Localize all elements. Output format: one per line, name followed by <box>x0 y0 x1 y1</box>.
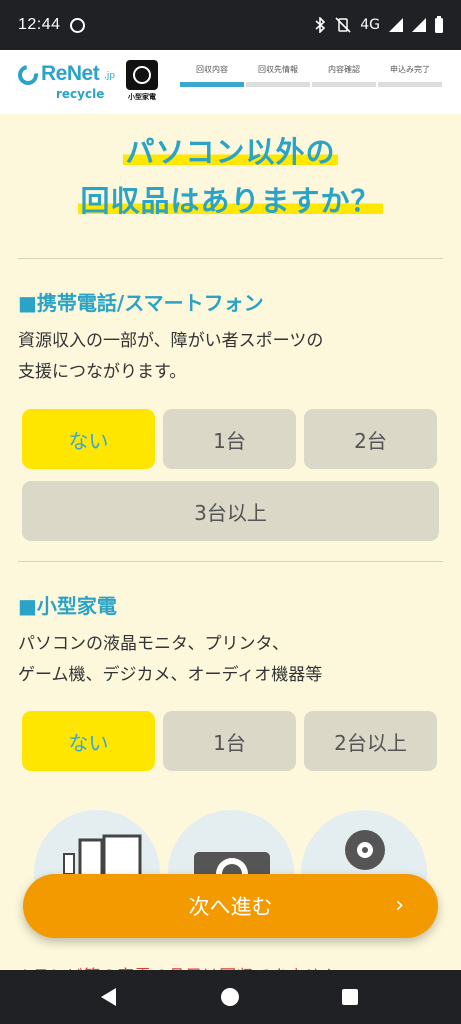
battery-icon <box>435 15 443 33</box>
phone-option-1[interactable]: 1台 <box>163 409 296 469</box>
bluetooth-icon <box>315 17 326 33</box>
logo-name: ReNet <box>41 62 100 85</box>
step-bar <box>312 82 376 87</box>
step-label: 回収先情報 <box>258 65 298 74</box>
divider <box>18 561 443 562</box>
step-bar <box>378 82 442 87</box>
step-3: 内容確認 <box>312 64 376 87</box>
title-line-2: 回収品はありますか？ <box>78 184 383 218</box>
phone-options: ない 1台 2台 3台以上 <box>0 409 461 541</box>
step-2: 回収先情報 <box>246 64 310 87</box>
back-icon[interactable] <box>101 988 116 1006</box>
sync-icon <box>69 17 85 33</box>
phone-section-title-text: 携帯電話/スマートフォン <box>36 291 264 315</box>
status-icons: 4G <box>314 15 443 33</box>
signal-icon <box>389 18 403 32</box>
desc-line: パソコンの液晶モニタ、プリンタ、 <box>18 634 289 654</box>
step-label: 回収内容 <box>196 65 228 74</box>
notice-text: ※テレビ等の家電４品目は回収できません <box>18 962 338 970</box>
section-marker: ■ <box>18 594 37 618</box>
step-label: 申込み完了 <box>390 65 430 74</box>
appliance-option-1[interactable]: 1台 <box>163 711 296 771</box>
desc-line: 支援につながります。 <box>18 362 187 382</box>
signal-2-icon <box>412 18 426 32</box>
certification-mark-icon <box>126 60 158 90</box>
main-content[interactable]: パソコン以外の 回収品はありますか？ ■携帯電話/スマートフォン 資源収入の一部… <box>0 114 461 970</box>
divider <box>18 258 443 259</box>
next-button[interactable]: 次へ進む › <box>23 874 438 938</box>
status-bar: 12:44 4G <box>0 0 461 50</box>
next-button-label: 次へ進む <box>188 895 273 919</box>
phone-option-2[interactable]: 2台 <box>304 409 437 469</box>
status-time: 12:44 <box>18 16 61 33</box>
certification-badge: 小型家電 <box>124 60 160 106</box>
progress-steps: 回収内容 回収先情報 内容確認 申込み完了 <box>180 64 442 87</box>
appliance-options: ない 1台 2台以上 <box>0 711 461 771</box>
logo-sub: recycle <box>56 87 105 101</box>
appliance-section-desc: パソコンの液晶モニタ、プリンタ、 ゲーム機、デジカメ、オーディオ機器等 <box>0 629 461 691</box>
step-4: 申込み完了 <box>378 64 442 87</box>
vibrate-off-icon <box>335 17 351 33</box>
phone-section-desc: 資源収入の一部が、障がい者スポーツの 支援につながります。 <box>0 326 461 388</box>
appliance-option-none[interactable]: ない <box>22 711 155 771</box>
appliance-section-title-text: 小型家電 <box>36 594 117 618</box>
appliance-option-2plus[interactable]: 2台以上 <box>304 711 437 771</box>
system-nav-bar <box>0 970 461 1024</box>
phone-section-title: ■携帯電話/スマートフォン <box>0 287 461 316</box>
recent-apps-icon[interactable] <box>342 989 358 1005</box>
logo-tld: .jp <box>104 71 116 81</box>
phone-option-3plus[interactable]: 3台以上 <box>22 481 439 541</box>
step-bar <box>180 82 244 87</box>
title-line-1: パソコン以外の <box>123 135 338 169</box>
step-1: 回収内容 <box>180 64 244 87</box>
site-header: ReNet .jp recycle 小型家電 回収内容 回収先情報 内容確認 申… <box>0 50 461 114</box>
desc-line: 資源収入の一部が、障がい者スポーツの <box>18 331 324 351</box>
renet-logo[interactable]: ReNet .jp recycle <box>14 61 118 102</box>
chevron-right-icon: › <box>395 893 404 918</box>
network-type: 4G <box>360 17 380 33</box>
appliance-section-title: ■小型家電 <box>0 590 461 619</box>
section-marker: ■ <box>18 291 37 315</box>
badge-title: 小型家電 <box>128 93 156 101</box>
logo-mark-icon <box>14 61 42 89</box>
home-icon[interactable] <box>221 988 239 1006</box>
step-bar <box>246 82 310 87</box>
step-label: 内容確認 <box>328 65 360 74</box>
desc-line: ゲーム機、デジカメ、オーディオ機器等 <box>18 665 323 685</box>
phone-option-none[interactable]: ない <box>22 409 155 469</box>
page-title: パソコン以外の 回収品はありますか？ <box>0 128 461 226</box>
